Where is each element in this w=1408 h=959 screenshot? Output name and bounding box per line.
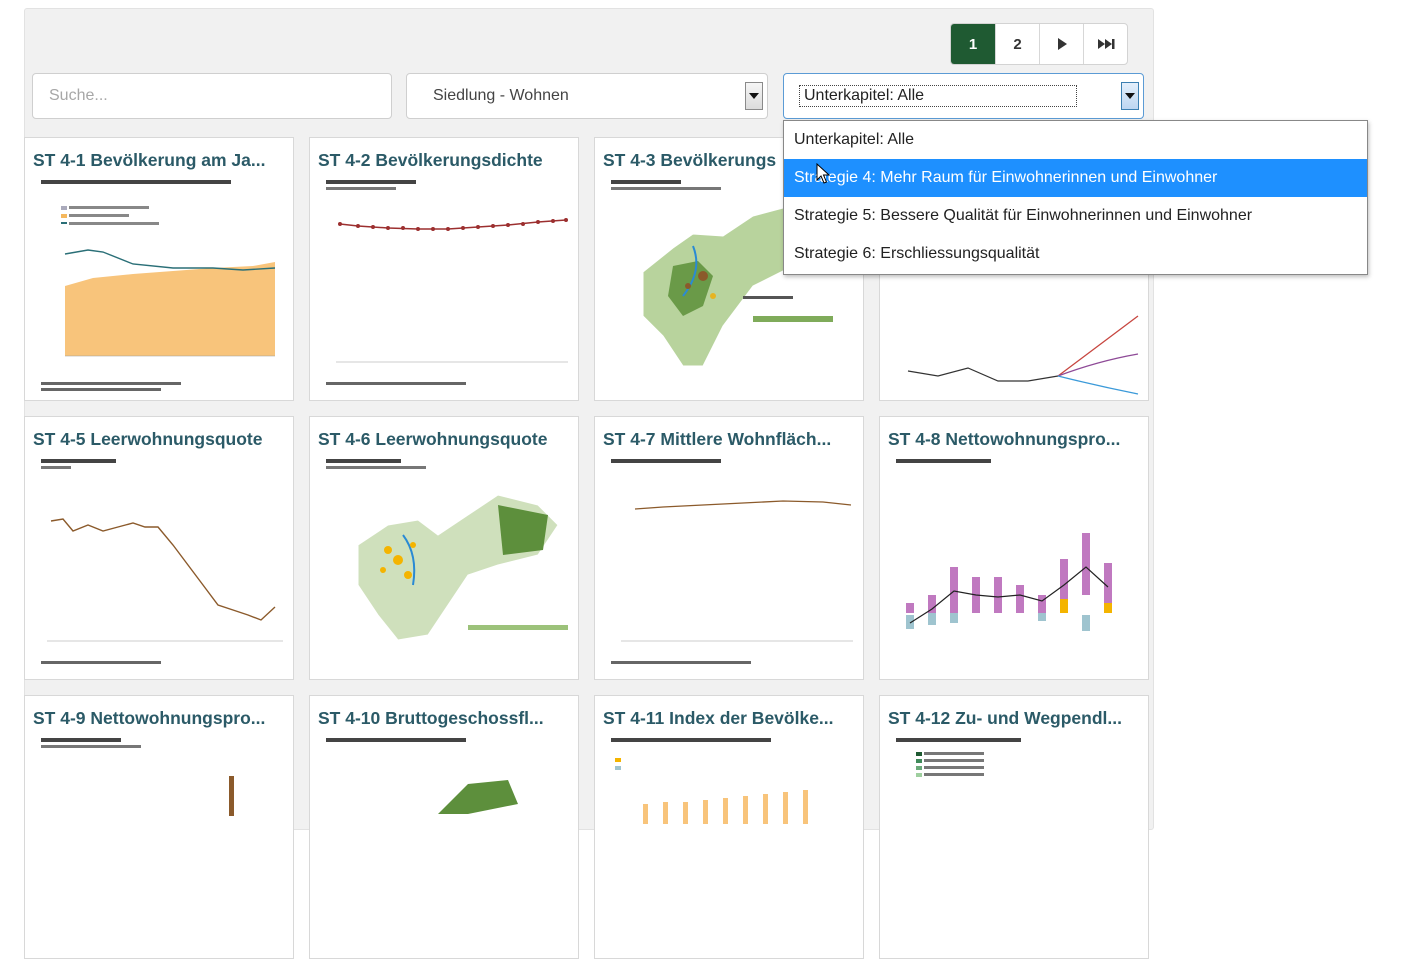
chart-card[interactable]: ST 4-9 Nettowohnungspro... [24,695,294,959]
next-page-button[interactable] [1039,24,1083,64]
pagination: 1 2 [950,23,1128,65]
chart-thumbnail [33,734,288,956]
card-title: ST 4-10 Bruttogeschossfl... [318,708,544,728]
chart-thumbnail [318,176,573,398]
card-title: ST 4-2 Bevölkerungsdichte [318,150,543,170]
subchapter-select[interactable]: Unterkapitel: Alle [783,73,1144,119]
search-input[interactable] [32,73,392,119]
dropdown-option[interactable]: Strategie 4: Mehr Raum für Einwohnerinne… [784,159,1367,197]
chart-thumbnail [318,734,573,956]
chart-thumbnail [603,455,858,677]
chart-thumbnail [603,734,858,956]
dropdown-option[interactable]: Strategie 5: Bessere Qualität für Einwoh… [784,197,1367,235]
mouse-cursor-icon [816,163,830,184]
chart-thumbnail [33,176,288,398]
chevron-down-icon[interactable] [745,82,763,110]
card-title: ST 4-6 Leerwohnungsquote [318,429,548,449]
chart-thumbnail [888,734,1143,956]
chart-card[interactable]: ST 4-7 Mittlere Wohnfläch... [594,416,864,680]
card-title: ST 4-7 Mittlere Wohnfläch... [603,429,832,449]
chart-thumbnail [33,455,288,677]
dropdown-option[interactable]: Unterkapitel: Alle [784,121,1367,159]
chart-card[interactable]: ST 4-2 Bevölkerungsdichte [309,137,579,401]
card-title: ST 4-11 Index der Bevölke... [603,708,834,728]
chart-card[interactable]: ST 4-5 Leerwohnungsquote [24,416,294,680]
category-select[interactable]: Siedlung - Wohnen [406,73,768,119]
last-page-button[interactable] [1083,24,1127,64]
card-title: ST 4-9 Nettowohnungspro... [33,708,266,728]
fast-forward-icon [1097,39,1114,49]
chart-card[interactable]: ST 4-11 Index der Bevölke... [594,695,864,959]
subchapter-select-value: Unterkapitel: Alle [799,85,1077,107]
chart-thumbnail [318,455,573,677]
card-title: ST 4-5 Leerwohnungsquote [33,429,263,449]
chart-card[interactable]: ST 4-12 Zu- und Wegpendl... [879,695,1149,959]
chevron-down-icon[interactable] [1121,82,1139,110]
category-select-value: Siedlung - Wohnen [433,87,569,104]
chart-thumbnail [888,455,1143,677]
dropdown-option[interactable]: Strategie 6: Erschliessungsqualität [784,235,1367,273]
card-title: ST 4-12 Zu- und Wegpendl... [888,708,1122,728]
chart-card[interactable]: ST 4-1 Bevölkerung am Ja... [24,137,294,401]
chart-card[interactable]: ST 4-6 Leerwohnungsquote [309,416,579,680]
chart-card[interactable]: ST 4-8 Nettowohnungspro... [879,416,1149,680]
card-title: ST 4-1 Bevölkerung am Ja... [33,150,266,170]
chart-card[interactable]: ST 4-10 Bruttogeschossfl... [309,695,579,959]
page-1-button[interactable]: 1 [951,24,995,64]
card-title: ST 4-8 Nettowohnungspro... [888,429,1121,449]
play-icon [1057,38,1067,50]
page-2-button[interactable]: 2 [995,24,1039,64]
subchapter-dropdown-list: Unterkapitel: Alle Strategie 4: Mehr Rau… [783,120,1368,275]
